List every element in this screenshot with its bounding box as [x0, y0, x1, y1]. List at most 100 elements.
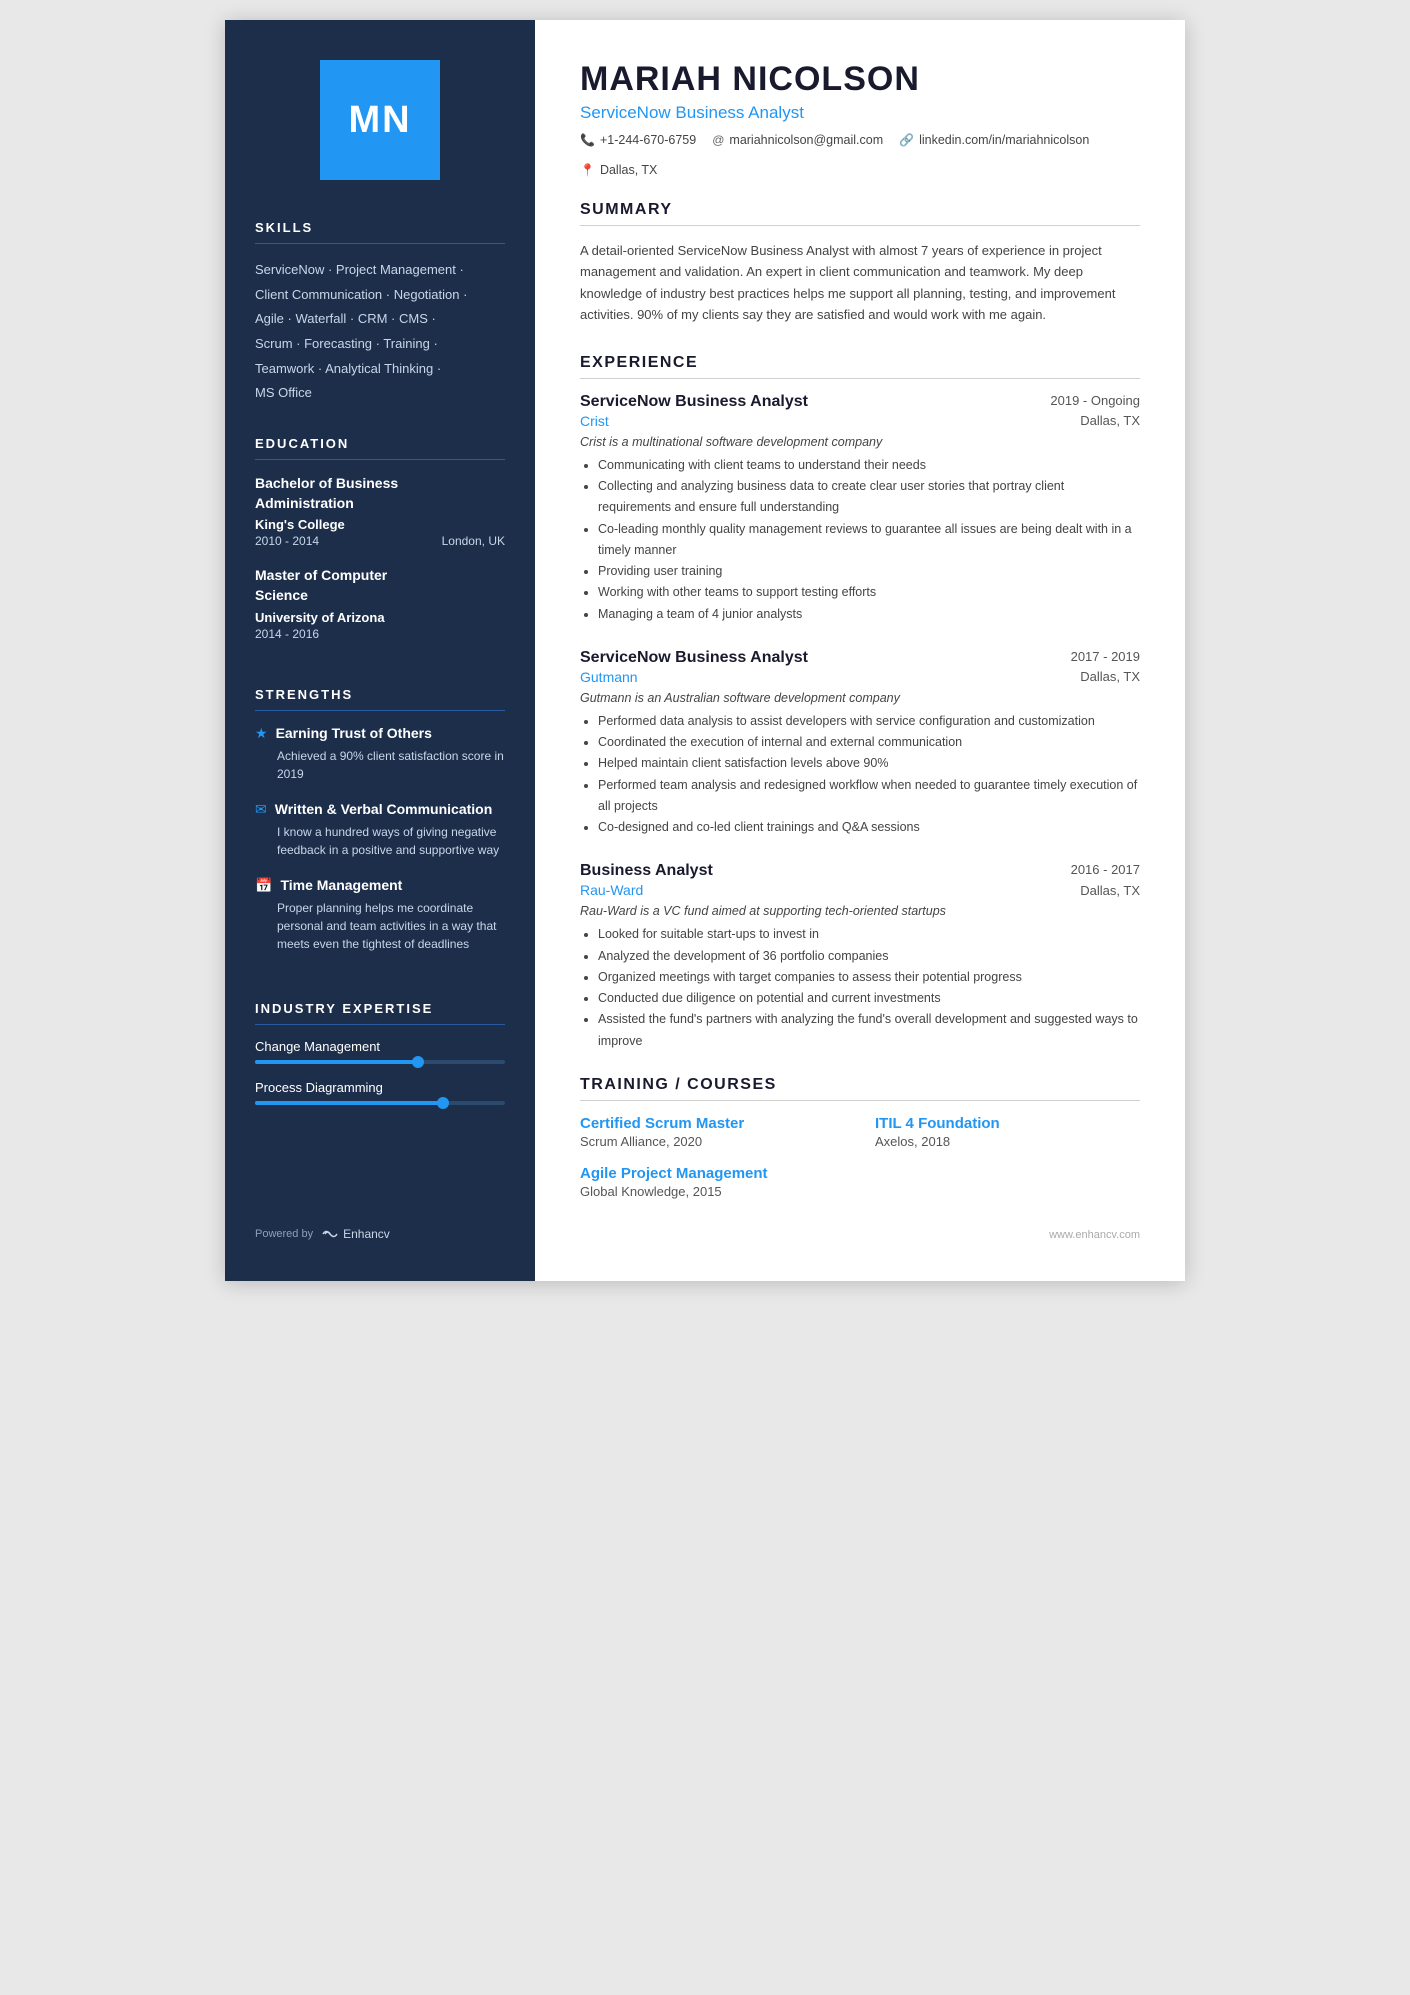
bullet: Managing a team of 4 junior analysts	[598, 604, 1140, 625]
strength-title-3: Time Management	[280, 877, 402, 893]
strength-header-1: ★ Earning Trust of Others	[255, 725, 505, 742]
bullet: Working with other teams to support test…	[598, 582, 1140, 603]
sidebar-footer: Powered by Enhancv	[255, 1207, 505, 1241]
edu-meta-1: 2010 - 2014 London, UK	[255, 534, 505, 548]
training-title: TRAINING / COURSES	[580, 1076, 1140, 1094]
exp-job-title-2: ServiceNow Business Analyst	[580, 649, 808, 667]
experience-section: EXPERIENCE ServiceNow Business Analyst 2…	[580, 354, 1140, 1052]
bullet: Co-leading monthly quality management re…	[598, 519, 1140, 562]
exp-dates-3: 2016 - 2017	[1071, 862, 1140, 877]
strength-header-3: 📅 Time Management	[255, 877, 505, 894]
edu-school-2: University of Arizona	[255, 610, 505, 625]
avatar-initials: MN	[348, 99, 411, 142]
edu-years-2: 2014 - 2016	[255, 627, 319, 641]
exp-header-3: Business Analyst 2016 - 2017	[580, 862, 1140, 880]
experience-title: EXPERIENCE	[580, 354, 1140, 372]
exp-location-1: Dallas, TX	[1080, 413, 1140, 428]
bar-dot-2	[437, 1097, 449, 1109]
strengths-title: STRENGTHS	[255, 687, 505, 702]
bar-fill-1	[255, 1060, 418, 1064]
exp-bullets-1: Communicating with client teams to under…	[580, 455, 1140, 625]
exp-bullets-2: Performed data analysis to assist develo…	[580, 711, 1140, 839]
exp-description-2: Gutmann is an Australian software develo…	[580, 691, 1140, 705]
email-text: mariahnicolson@gmail.com	[729, 133, 883, 147]
training-item-1: Certified Scrum Master Scrum Alliance, 2…	[580, 1115, 845, 1149]
resume-container: MN SKILLS ServiceNow · Project Managemen…	[225, 20, 1185, 1281]
exp-company-1: Crist	[580, 413, 609, 429]
summary-section: SUMMARY A detail-oriented ServiceNow Bus…	[580, 201, 1140, 326]
expertise-item-2: Process Diagramming	[255, 1080, 505, 1105]
training-meta-1: Scrum Alliance, 2020	[580, 1134, 845, 1149]
bullet: Coordinated the execution of internal an…	[598, 732, 1140, 753]
edu-location-1: London, UK	[442, 534, 505, 548]
bar-dot-1	[412, 1056, 424, 1068]
location-icon: 📍	[580, 163, 595, 177]
strength-desc-1: Achieved a 90% client satisfaction score…	[255, 747, 505, 783]
avatar: MN	[320, 60, 440, 180]
bar-container-1	[255, 1060, 505, 1064]
bullet: Looked for suitable start-ups to invest …	[598, 924, 1140, 945]
exp-job-title-3: Business Analyst	[580, 862, 713, 880]
exp-header-2: ServiceNow Business Analyst 2017 - 2019	[580, 649, 1140, 667]
contact-phone: 📞 +1-244-670-6759	[580, 133, 696, 147]
edu-school-1: King's College	[255, 517, 505, 532]
edu-meta-2: 2014 - 2016	[255, 627, 505, 641]
linkedin-icon: 🔗	[899, 133, 914, 147]
strength-item-3: 📅 Time Management Proper planning helps …	[255, 877, 505, 953]
bullet: Co-designed and co-led client trainings …	[598, 817, 1140, 838]
training-name-1: Certified Scrum Master	[580, 1115, 845, 1132]
candidate-job-title: ServiceNow Business Analyst	[580, 103, 1140, 123]
training-meta-2: Axelos, 2018	[875, 1134, 1140, 1149]
edu-years-1: 2010 - 2014	[255, 534, 319, 548]
skills-section: SKILLS ServiceNow · Project Management ·…	[255, 220, 505, 436]
strength-title-1: Earning Trust of Others	[276, 725, 432, 741]
phone-text: +1-244-670-6759	[600, 133, 696, 147]
training-meta-3: Global Knowledge, 2015	[580, 1184, 845, 1199]
exp-bullets-3: Looked for suitable start-ups to invest …	[580, 924, 1140, 1052]
enhancv-logo: Enhancv	[321, 1227, 390, 1241]
strength-desc-3: Proper planning helps me coordinate pers…	[255, 899, 505, 953]
location-text: Dallas, TX	[600, 163, 657, 177]
education-section: EDUCATION Bachelor of BusinessAdministra…	[255, 436, 505, 658]
main-footer: www.enhancv.com	[580, 1229, 1140, 1241]
name-title-block: MARIAH NICOLSON ServiceNow Business Anal…	[580, 60, 1140, 123]
summary-text: A detail-oriented ServiceNow Business An…	[580, 240, 1140, 326]
training-name-3: Agile Project Management	[580, 1165, 845, 1182]
contact-location: 📍 Dallas, TX	[580, 163, 657, 177]
edu-block-2: Master of ComputerScience University of …	[255, 566, 505, 640]
exp-job-title-1: ServiceNow Business Analyst	[580, 393, 808, 411]
skills-text: ServiceNow · Project Management · Client…	[255, 258, 505, 406]
envelope-icon: ✉	[255, 801, 267, 818]
exp-location-3: Dallas, TX	[1080, 883, 1140, 898]
exp-company-row-3: Rau-Ward Dallas, TX	[580, 882, 1140, 898]
strength-title-2: Written & Verbal Communication	[275, 801, 493, 817]
star-icon: ★	[255, 725, 268, 742]
bullet: Performed team analysis and redesigned w…	[598, 775, 1140, 818]
contact-linkedin: 🔗 linkedin.com/in/mariahnicolson	[899, 133, 1089, 147]
bullet: Helped maintain client satisfaction leve…	[598, 753, 1140, 774]
bar-container-2	[255, 1101, 505, 1105]
exp-block-2: ServiceNow Business Analyst 2017 - 2019 …	[580, 649, 1140, 839]
exp-dates-2: 2017 - 2019	[1071, 649, 1140, 664]
expertise-title: INDUSTRY EXPERTISE	[255, 1001, 505, 1016]
exp-company-row-2: Gutmann Dallas, TX	[580, 669, 1140, 685]
training-section: TRAINING / COURSES Certified Scrum Maste…	[580, 1076, 1140, 1199]
strength-header-2: ✉ Written & Verbal Communication	[255, 801, 505, 818]
exp-header-1: ServiceNow Business Analyst 2019 - Ongoi…	[580, 393, 1140, 411]
exp-company-2: Gutmann	[580, 669, 638, 685]
candidate-name: MARIAH NICOLSON	[580, 60, 1140, 99]
bullet: Providing user training	[598, 561, 1140, 582]
exp-company-3: Rau-Ward	[580, 882, 643, 898]
bullet: Analyzed the development of 36 portfolio…	[598, 946, 1140, 967]
phone-icon: 📞	[580, 133, 595, 147]
strength-desc-2: I know a hundred ways of giving negative…	[255, 823, 505, 859]
bullet: Communicating with client teams to under…	[598, 455, 1140, 476]
bullet: Performed data analysis to assist develo…	[598, 711, 1140, 732]
contact-bar: 📞 +1-244-670-6759 @ mariahnicolson@gmail…	[580, 133, 1140, 177]
exp-dates-1: 2019 - Ongoing	[1050, 393, 1140, 408]
main-content: MARIAH NICOLSON ServiceNow Business Anal…	[535, 20, 1185, 1281]
enhancv-brand-name: Enhancv	[343, 1227, 390, 1241]
exp-block-1: ServiceNow Business Analyst 2019 - Ongoi…	[580, 393, 1140, 625]
strengths-section: STRENGTHS ★ Earning Trust of Others Achi…	[255, 687, 505, 971]
sidebar: MN SKILLS ServiceNow · Project Managemen…	[225, 20, 535, 1281]
